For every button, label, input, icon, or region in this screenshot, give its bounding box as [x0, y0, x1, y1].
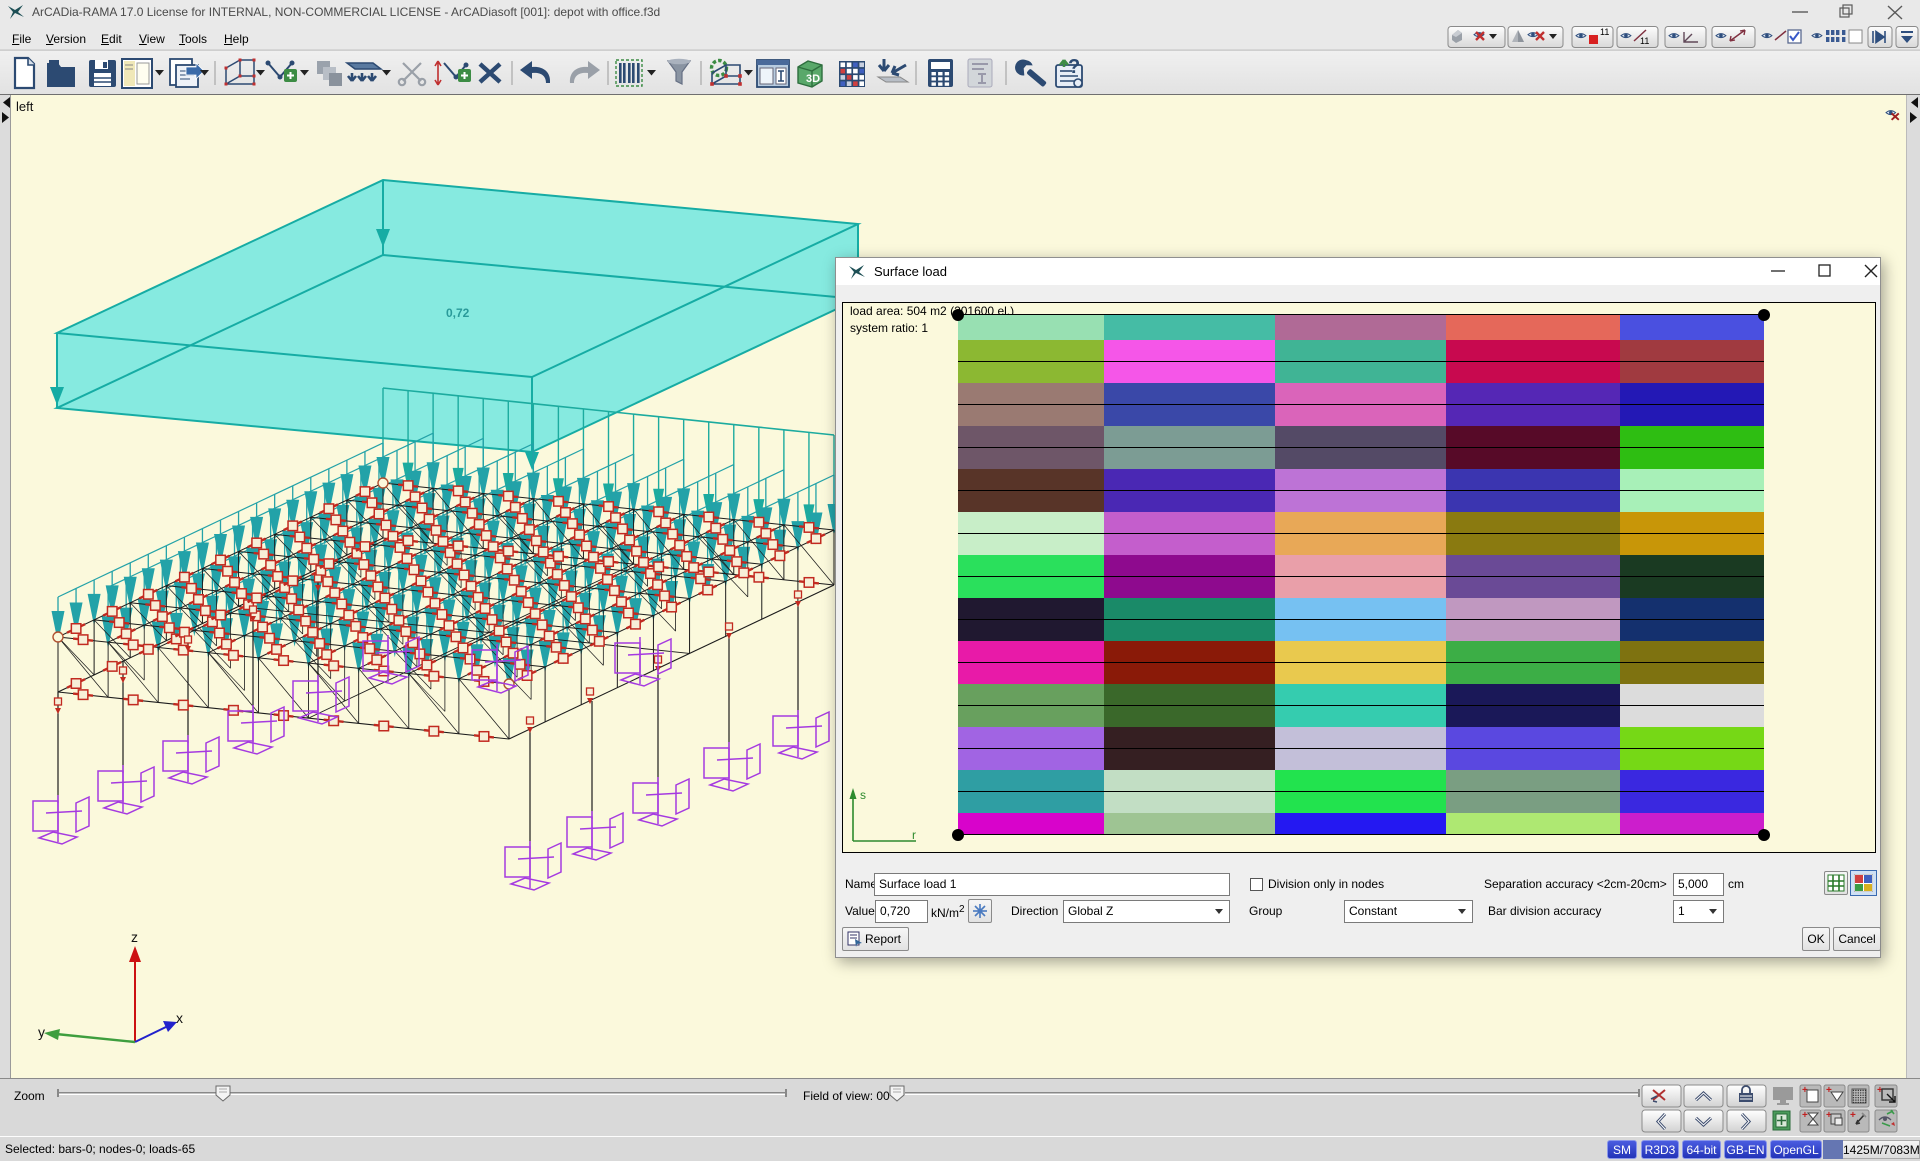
svg-text:+: + [1850, 1110, 1856, 1121]
svg-text:+: + [1826, 1085, 1832, 1096]
svg-text:z: z [131, 929, 138, 945]
svg-text:11: 11 [1600, 27, 1609, 37]
svg-text:y: y [38, 1024, 45, 1040]
svg-text:+: + [1802, 1110, 1808, 1121]
svg-text:x: x [176, 1010, 183, 1026]
svg-text:3D: 3D [806, 73, 820, 85]
svg-text:0,72: 0,72 [446, 306, 470, 320]
svg-text:s: s [860, 788, 866, 802]
svg-text:?: ? [1068, 56, 1080, 78]
svg-text:11: 11 [1640, 36, 1649, 46]
